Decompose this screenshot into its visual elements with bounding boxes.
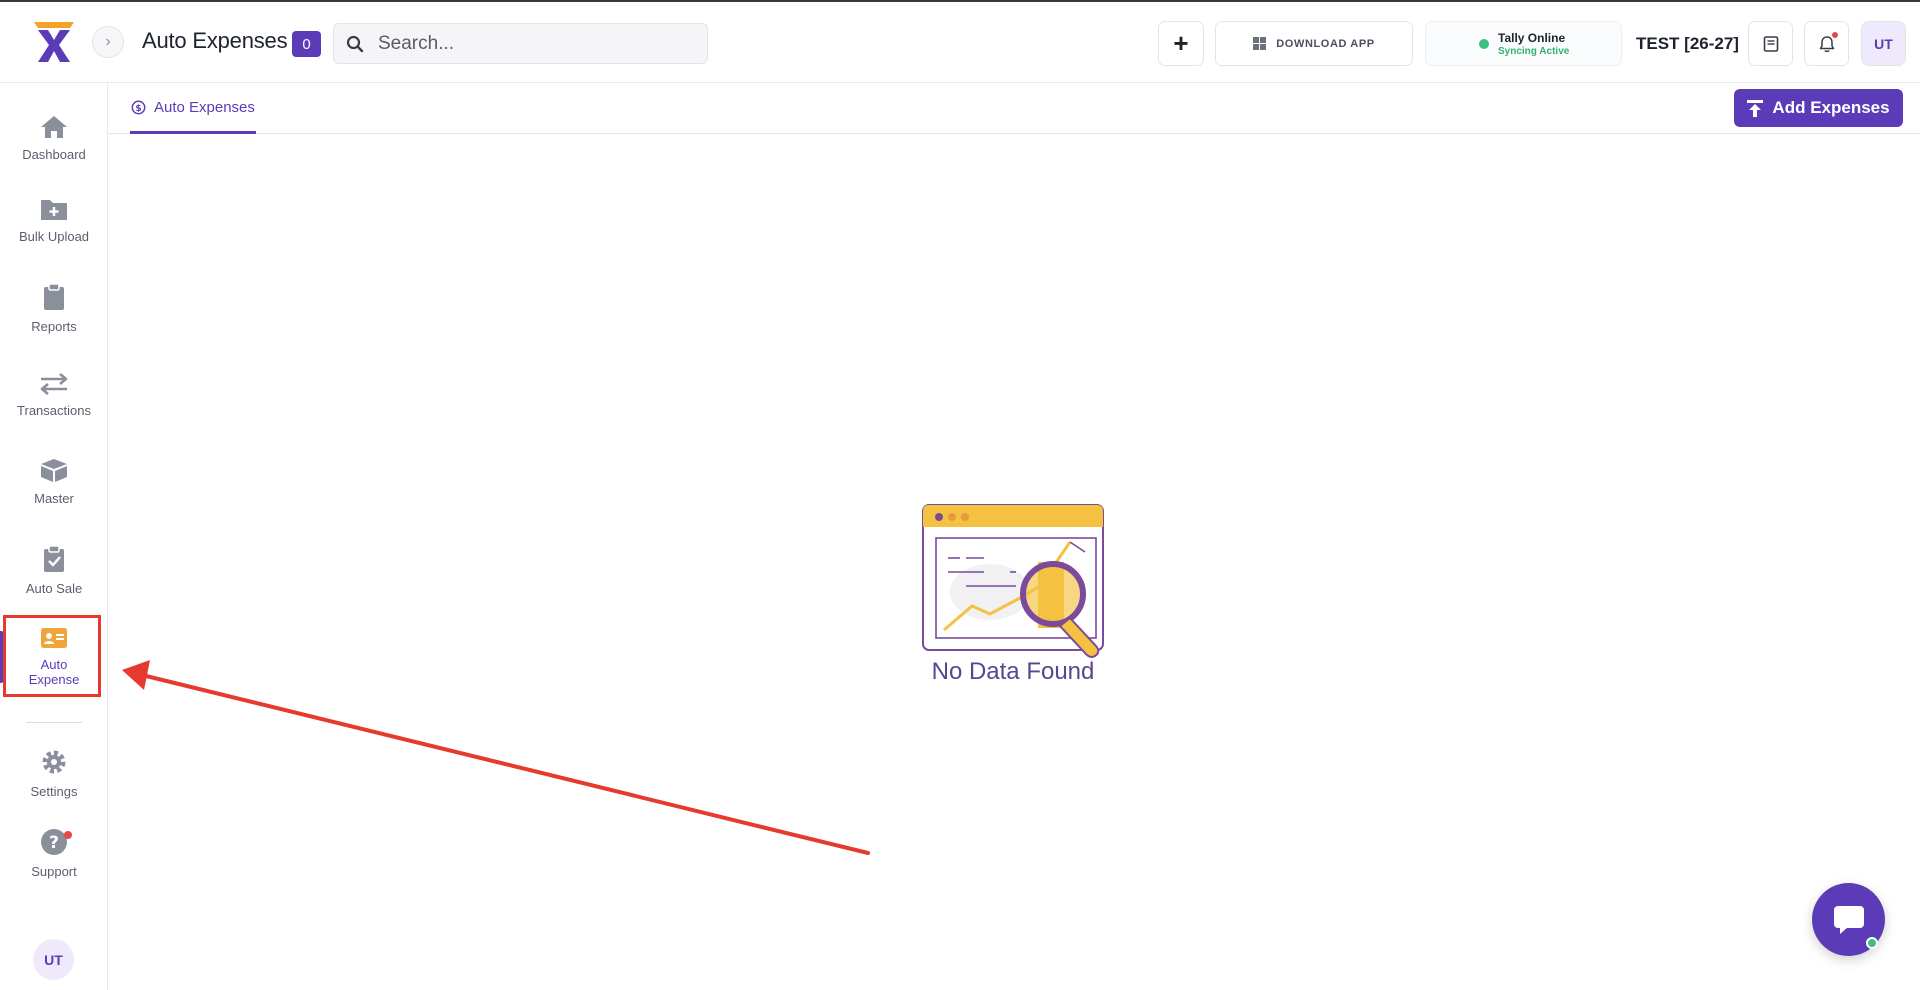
online-indicator bbox=[1479, 39, 1489, 49]
sidebar-item-settings[interactable]: Settings bbox=[0, 748, 108, 799]
download-app-label: DOWNLOAD APP bbox=[1276, 37, 1375, 50]
add-expenses-label: Add Expenses bbox=[1772, 98, 1890, 117]
notifications-button[interactable] bbox=[1804, 21, 1849, 66]
tally-sync-status: Syncing Active bbox=[1498, 46, 1570, 57]
support-notification-dot bbox=[64, 831, 72, 839]
sidebar-item-reports[interactable]: Reports bbox=[0, 283, 108, 334]
top-bar: › Auto Expenses 0 + DOWNLOAD APP Tally O… bbox=[0, 0, 1920, 83]
search-box[interactable] bbox=[333, 23, 708, 64]
sidebar-item-support[interactable]: ? Support bbox=[0, 828, 108, 879]
box-icon bbox=[41, 459, 67, 482]
empty-state-message: No Data Found bbox=[931, 658, 1095, 685]
book-button[interactable] bbox=[1748, 21, 1793, 66]
clipboard-check-icon bbox=[44, 545, 64, 572]
search-icon bbox=[346, 35, 364, 52]
svg-text:?: ? bbox=[49, 833, 59, 853]
upload-icon bbox=[1747, 99, 1764, 117]
gear-icon bbox=[42, 750, 66, 774]
swap-arrows-icon bbox=[40, 373, 68, 395]
tab-label: Auto Expenses bbox=[154, 98, 255, 116]
user-avatar[interactable]: UT bbox=[1861, 21, 1906, 66]
sidebar-item-bulk-upload[interactable]: Bulk Upload bbox=[0, 197, 108, 244]
app-logo[interactable] bbox=[32, 20, 76, 64]
sidebar-toggle-button[interactable]: › bbox=[92, 26, 124, 58]
quick-add-button[interactable]: + bbox=[1158, 21, 1204, 66]
sidebar-item-label: Auto Sale bbox=[25, 581, 83, 596]
sidebar-item-label: Reports bbox=[31, 319, 77, 334]
chat-bubble-icon bbox=[1833, 905, 1864, 934]
add-expenses-button[interactable]: Add Expenses bbox=[1734, 89, 1903, 127]
sidebar-item-dashboard[interactable]: Dashboard bbox=[0, 115, 108, 162]
tab-auto-expenses[interactable]: $ Auto Expenses bbox=[130, 83, 256, 134]
folder-plus-icon bbox=[41, 200, 67, 220]
sidebar-item-label: Bulk Upload bbox=[18, 229, 90, 244]
no-data-illustration bbox=[922, 504, 1104, 658]
sidebar-item-label: Settings bbox=[30, 784, 78, 799]
tab-bar: $ Auto Expenses bbox=[108, 83, 1920, 134]
svg-text:$: $ bbox=[135, 104, 141, 114]
sidebar-item-label: Master bbox=[34, 491, 74, 506]
chevron-right-icon: › bbox=[105, 33, 111, 50]
sidebar-item-master[interactable]: Master bbox=[0, 457, 108, 506]
sidebar-item-label: Dashboard bbox=[22, 147, 86, 162]
sidebar-item-label: Transactions bbox=[17, 403, 91, 418]
notification-dot bbox=[1832, 32, 1838, 38]
annotation-highlight-box bbox=[3, 615, 101, 697]
sidebar-divider bbox=[26, 722, 82, 723]
sidebar-item-auto-sale[interactable]: Auto Sale bbox=[0, 545, 108, 596]
home-icon bbox=[41, 116, 67, 138]
chat-online-indicator bbox=[1866, 937, 1878, 949]
search-input[interactable] bbox=[378, 32, 678, 55]
sidebar-item-transactions[interactable]: Transactions bbox=[0, 373, 108, 418]
tally-title: Tally Online bbox=[1498, 31, 1566, 45]
book-icon bbox=[1763, 35, 1778, 52]
sidebar-item-label: Support bbox=[31, 864, 77, 879]
sidebar-user-avatar[interactable]: UT bbox=[33, 939, 74, 980]
annotation-arrow bbox=[122, 660, 870, 855]
company-selector[interactable]: TEST [26-27] bbox=[1636, 34, 1739, 54]
windows-icon bbox=[1253, 37, 1267, 50]
clipboard-icon bbox=[44, 283, 64, 310]
count-badge: 0 bbox=[292, 31, 321, 57]
download-app-button[interactable]: DOWNLOAD APP bbox=[1215, 21, 1413, 66]
sidebar: Dashboard Bulk Upload Reports Transactio… bbox=[0, 83, 108, 990]
page-title: Auto Expenses bbox=[142, 28, 288, 53]
tally-status[interactable]: Tally Online Syncing Active bbox=[1425, 21, 1622, 66]
coin-icon: $ bbox=[131, 100, 146, 114]
